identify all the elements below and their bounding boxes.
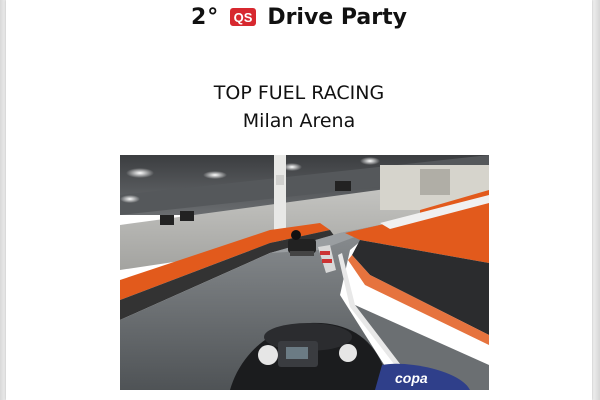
svg-text:QS: QS [234, 10, 253, 25]
document-title: 2° QS Drive Party [6, 2, 592, 32]
venue-name: Milan Arena [242, 110, 356, 132]
qs-logo-icon: QS [229, 7, 257, 27]
event-name: Drive Party [267, 4, 407, 30]
go-kart-track-image: copa [120, 155, 489, 390]
team-name: TOP FUEL RACING [213, 82, 385, 104]
document-page: 2° QS Drive Party TOP FUEL RACING Milan … [6, 0, 592, 400]
title-ordinal: 2° [191, 4, 220, 30]
kart-brand-label: copa [395, 370, 428, 386]
page-right-edge [592, 0, 600, 400]
